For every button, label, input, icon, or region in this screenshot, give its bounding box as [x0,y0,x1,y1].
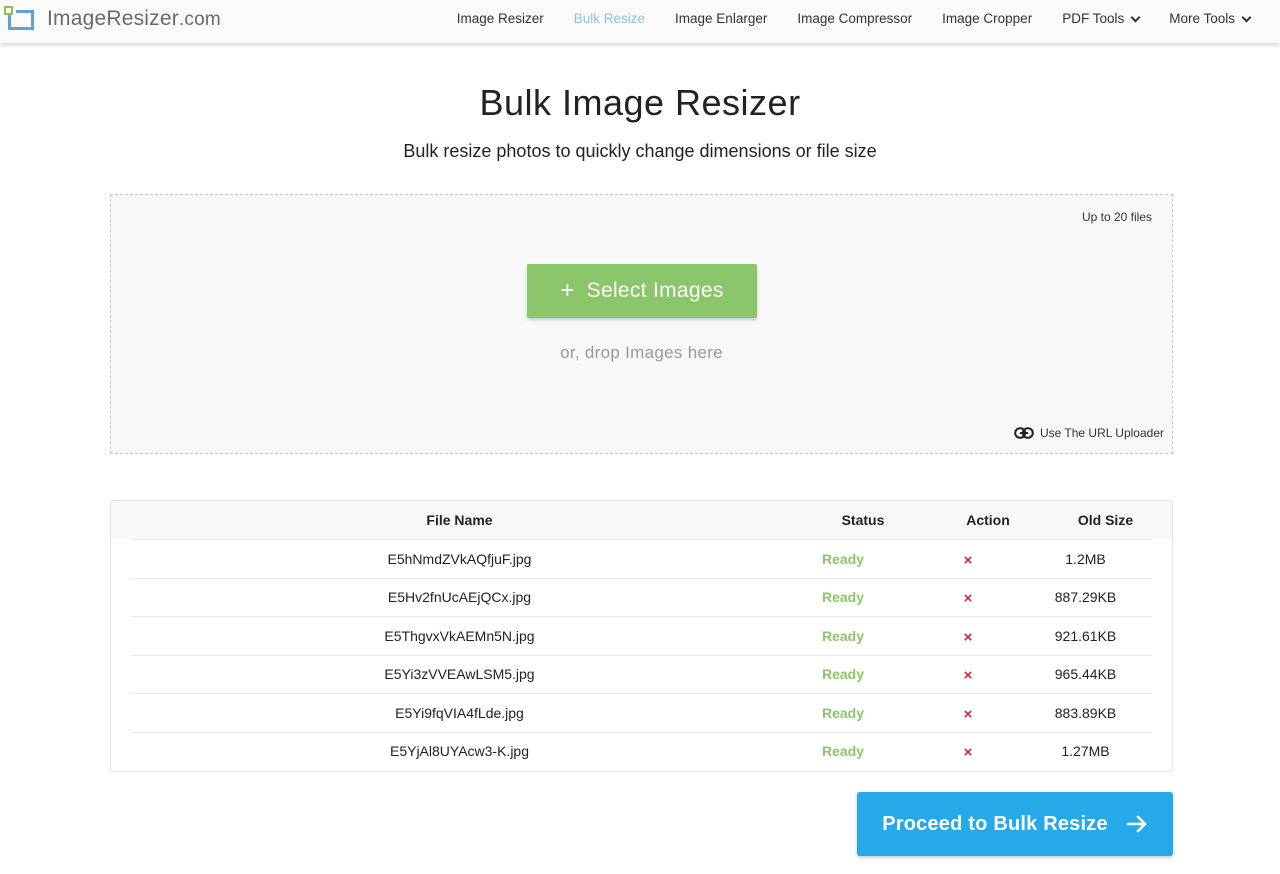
nav-more-tools[interactable]: More Tools [1169,11,1252,26]
remove-file-icon[interactable]: × [964,629,973,646]
table-row: E5YjAl8UYAcw3-K.jpg Ready × 1.27MB [131,731,1152,771]
files-table: File Name Status Action Old Size E5hNmdZ… [110,500,1173,772]
chevron-down-icon [1130,12,1141,22]
status-badge: Ready [821,666,865,683]
old-size-cell: 1.27MB [1061,743,1110,760]
file-name-cell: E5ThgvxVkAEMn5N.jpg [384,627,535,644]
nav-image-resizer[interactable]: Image Resizer [457,11,544,26]
header-file-name: File Name [426,512,493,528]
remove-file-icon[interactable]: × [964,744,973,761]
header-status: Status [841,512,885,528]
logo-text: ImageResizer.com [47,7,221,30]
url-uploader-link[interactable]: Use The URL Uploader [1014,426,1164,440]
table-row: E5ThgvxVkAEMn5N.jpg Ready × 921.61KB [131,616,1152,655]
action-cell: × [898,664,1038,684]
select-images-label: Select Images [586,279,724,302]
nav-image-cropper[interactable]: Image Cropper [942,11,1032,26]
action-cell: × [898,587,1038,607]
remove-file-icon[interactable]: × [964,552,973,569]
action-cell: × [898,703,1038,723]
old-size-cell: 883.89KB [1054,704,1117,721]
proceed-bulk-resize-button[interactable]: Proceed to Bulk Resize [857,792,1173,856]
nav-image-compressor[interactable]: Image Compressor [797,11,912,26]
remove-file-icon[interactable]: × [964,667,973,684]
file-limit-note: Up to 20 files [1081,210,1152,224]
file-name-cell: E5YjAl8UYAcw3-K.jpg [389,743,530,760]
table-row: E5Hv2fnUcAEjQCx.jpg Ready × 887.29KB [131,577,1152,617]
select-images-button[interactable]: + Select Images [527,264,757,318]
main-nav: Image Resizer Bulk Resize Image Enlarger… [427,0,1252,36]
drop-hint: or, drop Images here [560,343,723,362]
status-badge: Ready [821,627,865,644]
site-logo[interactable]: ImageResizer.com [4,6,221,32]
file-name-cell: E5Hv2fnUcAEjQCx.jpg [387,589,532,606]
chevron-down-icon [1241,12,1252,22]
table-header: File Name Status Action Old Size [111,501,1172,539]
action-cell: × [898,741,1038,761]
page-title: Bulk Image Resizer [479,82,801,123]
header-old-size: Old Size [1077,512,1134,528]
action-cell: × [898,549,1038,569]
status-badge: Ready [821,589,865,606]
table-row: E5Yi3zVVEAwLSM5.jpg Ready × 965.44KB [131,654,1152,694]
old-size-cell: 1.2MB [1065,550,1106,567]
nav-bulk-resize[interactable]: Bulk Resize [574,11,645,26]
plus-icon: + [560,277,575,304]
action-cell: × [898,626,1038,646]
page-subtitle: Bulk resize photos to quickly change dim… [403,141,877,161]
table-row: E5Yi9fqVIA4fLde.jpg Ready × 883.89KB [131,693,1152,732]
status-badge: Ready [821,704,865,721]
arrow-right-icon [1126,815,1147,833]
file-name-cell: E5hNmdZVkAQfjuF.jpg [387,550,532,567]
nav-pdf-tools[interactable]: PDF Tools [1062,11,1141,26]
status-badge: Ready [821,550,865,567]
old-size-cell: 965.44KB [1054,666,1117,683]
table-body: E5hNmdZVkAQfjuF.jpg Ready × 1.2MB E5Hv2fnUcA… [111,539,1172,770]
link-icon [1014,427,1034,439]
header-action: Action [966,512,1010,528]
remove-file-icon[interactable]: × [964,706,973,723]
logo-icon [4,6,36,32]
site-header: ImageResizer.com Image Resizer Bulk Resi… [0,0,1280,44]
old-size-cell: 921.61KB [1054,627,1117,644]
old-size-cell: 887.29KB [1054,589,1117,606]
status-badge: Ready [821,743,865,760]
remove-file-icon[interactable]: × [964,590,973,607]
drop-zone[interactable]: Up to 20 files + Select Images or, drop … [110,194,1173,454]
file-name-cell: E5Yi9fqVIA4fLde.jpg [395,704,524,721]
table-row: E5hNmdZVkAQfjuF.jpg Ready × 1.2MB [131,539,1152,578]
nav-image-enlarger[interactable]: Image Enlarger [675,11,767,26]
file-name-cell: E5Yi3zVVEAwLSM5.jpg [384,666,535,683]
